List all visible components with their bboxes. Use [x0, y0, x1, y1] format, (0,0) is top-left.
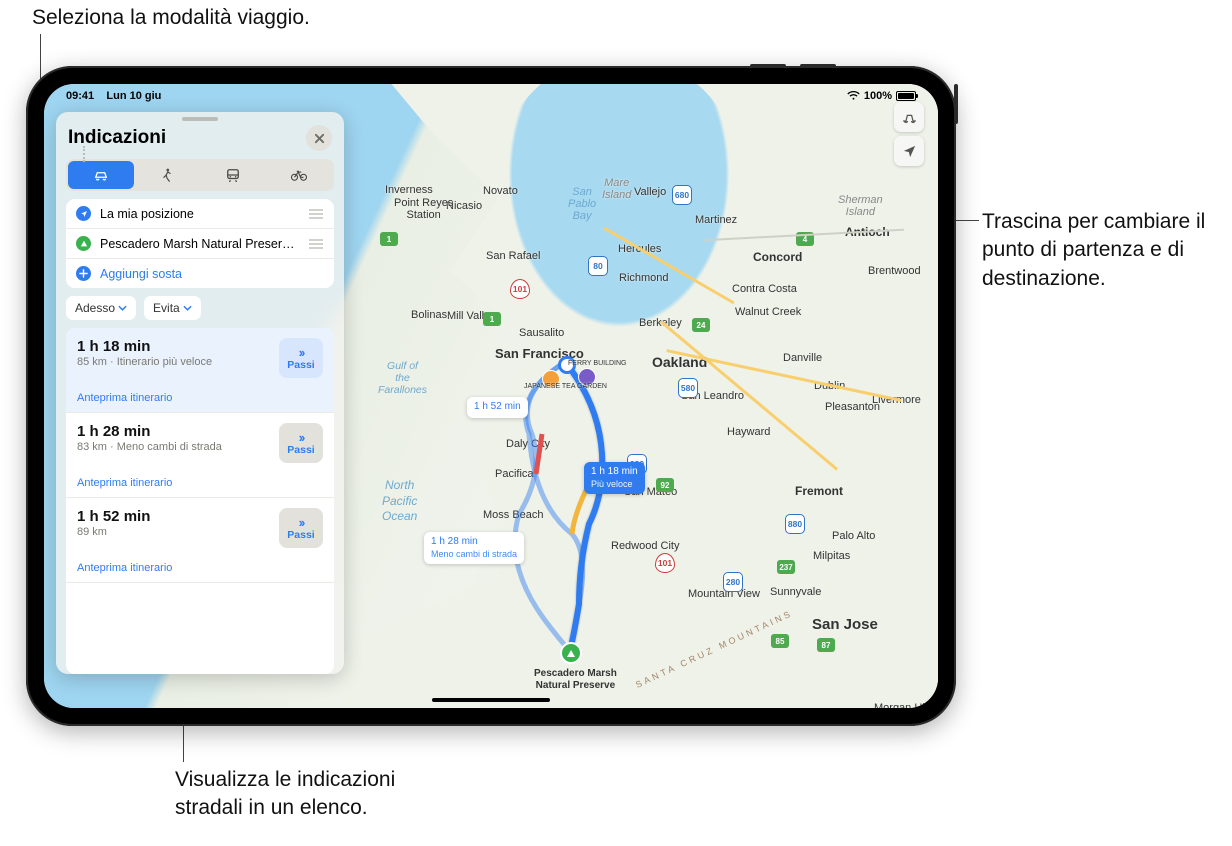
close-button[interactable]	[306, 125, 332, 151]
chevron-down-icon	[183, 305, 192, 311]
add-stop-row[interactable]: Aggiungi sosta	[66, 259, 334, 288]
status-time: 09:41	[66, 90, 94, 102]
wifi-icon	[847, 91, 860, 101]
route-stops-list: La mia posizione Pescadero Marsh Natural…	[66, 199, 334, 288]
bubble-time: 1 h 52 min	[474, 401, 521, 412]
mode-cycle[interactable]	[266, 161, 332, 189]
stop-row-destination[interactable]: Pescadero Marsh Natural Preserve	[66, 229, 334, 259]
plus-icon	[76, 266, 91, 281]
bubble-time: 1 h 18 min	[591, 466, 638, 479]
double-chevron-icon: ››	[299, 431, 304, 444]
bike-icon	[290, 168, 308, 182]
double-chevron-icon: ››	[299, 346, 304, 359]
depart-label: Adesso	[75, 301, 115, 315]
poi-label: FERRY BUILDING	[568, 360, 626, 367]
route-duration: 1 h 52 min	[77, 508, 150, 525]
bubble-sub: Meno cambi di strada	[431, 549, 517, 560]
mode-transit[interactable]	[200, 161, 266, 189]
transit-icon	[224, 168, 242, 182]
preview-route-link[interactable]: Anteprima itinerario	[77, 392, 323, 404]
drag-handle-icon[interactable]	[308, 208, 324, 220]
avoid-dropdown[interactable]: Evita	[144, 296, 201, 320]
battery-percentage: 100%	[864, 90, 892, 102]
callout-travel-mode: Seleziona la modalità viaggio.	[32, 4, 310, 32]
add-stop-label: Aggiungi sosta	[100, 267, 182, 281]
origin-icon	[76, 206, 91, 221]
walk-icon	[158, 168, 176, 182]
chevron-down-icon	[118, 305, 127, 311]
car-icon	[92, 168, 110, 182]
go-label: Passi	[287, 529, 314, 541]
steps-button[interactable]: ›› Passi	[279, 508, 323, 548]
avoid-label: Evita	[153, 301, 180, 315]
go-label: Passi	[287, 444, 314, 456]
route-detail: 85 km · Itinerario più veloce	[77, 356, 212, 368]
bubble-sub: Più veloce	[591, 479, 638, 490]
status-date: Lun 10 giu	[106, 90, 161, 102]
route-bubble-primary[interactable]: 1 h 18 min Più veloce	[584, 462, 645, 494]
volume-button	[800, 64, 836, 68]
ipad-frame: 09:41 Lun 10 giu 100% North Pacific Ocea…	[26, 66, 956, 726]
route-results-list: 1 h 18 min 85 km · Itinerario più veloce…	[66, 328, 334, 674]
route-detail: 83 km · Meno cambi di strada	[77, 441, 222, 453]
callout-show-list: Visualizza le indicazioni stradali in un…	[175, 766, 455, 823]
destination-label: Pescadero Marsh Natural Preserve	[100, 237, 295, 251]
battery-icon	[896, 91, 916, 101]
depart-time-dropdown[interactable]: Adesso	[66, 296, 136, 320]
travel-mode-segment	[66, 159, 334, 191]
stop-row-origin[interactable]: La mia posizione	[66, 199, 334, 229]
route-bubble-alt3[interactable]: 1 h 52 min	[467, 397, 528, 418]
mode-walk[interactable]	[134, 161, 200, 189]
origin-label: La mia posizione	[100, 207, 194, 221]
destination-label: Pescadero Marsh Natural Preserve	[534, 668, 617, 692]
preview-route-link[interactable]: Anteprima itinerario	[77, 562, 323, 574]
destination-pin[interactable]	[560, 642, 582, 664]
route-bubble-alt2[interactable]: 1 h 28 min Meno cambi di strada	[424, 532, 524, 564]
steps-button[interactable]: ›› Passi	[279, 338, 323, 378]
panel-grabber[interactable]	[182, 117, 218, 121]
route-item-3[interactable]: 1 h 52 min 89 km ›› Passi Anteprima itin…	[66, 498, 334, 583]
route-item-2[interactable]: 1 h 28 min 83 km · Meno cambi di strada …	[66, 413, 334, 498]
directions-panel: Indicazioni	[56, 112, 344, 674]
preview-route-link[interactable]: Anteprima itinerario	[77, 477, 323, 489]
route-detail: 89 km	[77, 526, 150, 538]
poi-label: JAPANESE TEA GARDEN	[524, 383, 607, 390]
route-options-row: Adesso Evita	[56, 296, 344, 328]
close-icon	[314, 133, 325, 144]
status-bar: 09:41 Lun 10 giu 100%	[44, 84, 938, 104]
steps-button[interactable]: ›› Passi	[279, 423, 323, 463]
volume-button	[750, 64, 786, 68]
double-chevron-icon: ››	[299, 516, 304, 529]
bubble-time: 1 h 28 min	[431, 536, 517, 549]
callout-drag-reorder: Trascina per cambiare il punto di parten…	[982, 208, 1232, 293]
power-button	[954, 84, 958, 124]
drag-handle-icon[interactable]	[308, 238, 324, 250]
destination-icon	[76, 236, 91, 251]
route-duration: 1 h 28 min	[77, 423, 222, 440]
route-item-1[interactable]: 1 h 18 min 85 km · Itinerario più veloce…	[66, 328, 334, 413]
map-mode-button[interactable]	[894, 102, 924, 132]
go-label: Passi	[287, 359, 314, 371]
location-button[interactable]	[894, 136, 924, 166]
mode-drive[interactable]	[68, 161, 134, 189]
route-duration: 1 h 18 min	[77, 338, 212, 355]
home-indicator[interactable]	[432, 698, 550, 703]
